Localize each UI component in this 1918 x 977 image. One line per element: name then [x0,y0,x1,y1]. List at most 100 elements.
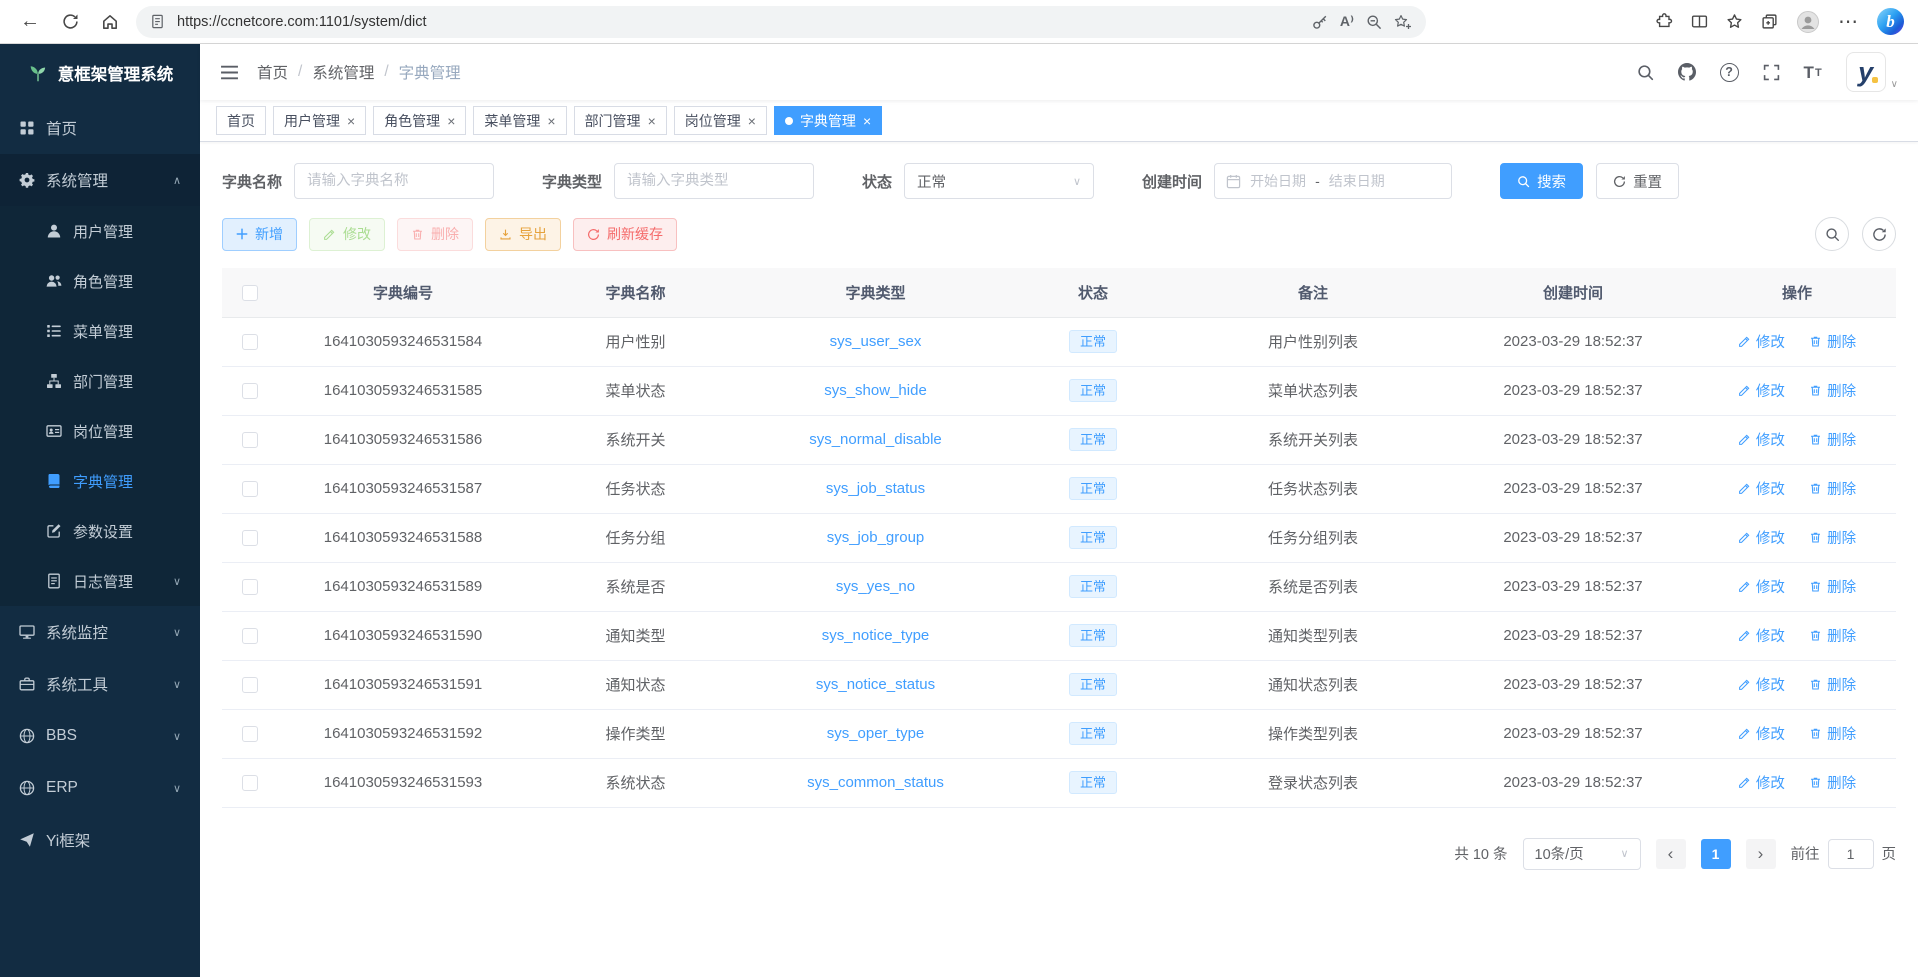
sidebar-item-role-management[interactable]: 角色管理 [0,256,200,306]
row-checkbox[interactable] [242,775,258,791]
row-checkbox[interactable] [242,677,258,693]
refresh-table-button[interactable] [1862,217,1896,251]
sidebar-item-system-monitor[interactable]: 系统监控 ∨ [0,606,200,658]
zoom-out-icon[interactable] [1366,14,1382,30]
row-dict-type-link[interactable]: sys_oper_type [827,725,925,742]
sidebar-item-bbs[interactable]: BBS ∨ [0,710,200,762]
row-delete-button[interactable]: 删除 [1809,380,1856,401]
sidebar-item-log-management[interactable]: 日志管理 ∨ [0,556,200,606]
sidebar-item-yi-framework[interactable]: Yi框架 [0,814,200,866]
sidebar-item-user-management[interactable]: 用户管理 [0,206,200,256]
select-all-checkbox[interactable] [242,285,258,301]
row-edit-button[interactable]: 修改 [1738,674,1785,695]
export-button[interactable]: 导出 [485,218,561,251]
row-dict-type-link[interactable]: sys_job_group [827,529,925,546]
bing-chat-icon[interactable]: b [1877,8,1904,35]
sidebar-item-dict-management[interactable]: 字典管理 [0,456,200,506]
tab-menu-management[interactable]: 菜单管理× [473,106,566,135]
status-select[interactable]: 正常 ∨ [904,163,1094,199]
row-dict-type-link[interactable]: sys_notice_status [816,676,935,693]
sidebar-toggle-icon[interactable] [220,64,239,81]
header-search-icon[interactable] [1637,64,1654,81]
profile-avatar[interactable] [1796,10,1820,34]
dict-type-input[interactable] [614,163,814,199]
tab-role-management[interactable]: 角色管理× [373,106,466,135]
row-checkbox[interactable] [242,432,258,448]
sidebar-item-erp[interactable]: ERP ∨ [0,762,200,814]
row-dict-type-link[interactable]: sys_job_status [826,480,925,497]
prev-page-button[interactable]: ‹ [1656,839,1686,869]
row-checkbox[interactable] [242,530,258,546]
close-icon[interactable]: × [748,114,756,128]
font-size-icon[interactable]: TT [1804,64,1822,81]
close-icon[interactable]: × [447,114,455,128]
favorites-icon[interactable] [1726,13,1743,30]
browser-back-button[interactable]: ← [12,4,48,40]
row-dict-type-link[interactable]: sys_user_sex [830,333,922,350]
close-icon[interactable]: × [547,114,555,128]
breadcrumb-system[interactable]: 系统管理 [312,61,374,83]
address-bar[interactable]: https://ccnetcore.com:1101/system/dict A… [136,6,1426,38]
show-search-toggle[interactable] [1815,217,1849,251]
close-icon[interactable]: × [863,114,871,128]
row-checkbox[interactable] [242,481,258,497]
tab-dict-management[interactable]: 字典管理× [774,106,882,135]
page-number-button[interactable]: 1 [1701,839,1731,869]
row-delete-button[interactable]: 删除 [1809,527,1856,548]
row-delete-button[interactable]: 删除 [1809,723,1856,744]
browser-home-button[interactable] [92,4,128,40]
sidebar-item-dept-management[interactable]: 部门管理 [0,356,200,406]
search-button[interactable]: 搜索 [1500,163,1583,199]
row-edit-button[interactable]: 修改 [1738,772,1785,793]
row-dict-type-link[interactable]: sys_common_status [807,774,944,791]
row-edit-button[interactable]: 修改 [1738,331,1785,352]
close-icon[interactable]: × [347,114,355,128]
collections-icon[interactable] [1761,13,1778,30]
browser-refresh-button[interactable] [52,4,88,40]
sidebar-item-post-management[interactable]: 岗位管理 [0,406,200,456]
row-dict-type-link[interactable]: sys_notice_type [822,627,930,644]
row-edit-button[interactable]: 修改 [1738,527,1785,548]
browser-menu-icon[interactable]: ⋯ [1838,9,1859,34]
tab-home[interactable]: 首页 [216,106,266,135]
next-page-button[interactable]: › [1746,839,1776,869]
row-delete-button[interactable]: 删除 [1809,331,1856,352]
help-icon[interactable]: ? [1720,63,1739,82]
row-delete-button[interactable]: 删除 [1809,429,1856,450]
row-edit-button[interactable]: 修改 [1738,429,1785,450]
sidebar-item-home[interactable]: 首页 [0,102,200,154]
add-favorite-icon[interactable] [1394,14,1412,30]
tab-user-management[interactable]: 用户管理× [273,106,366,135]
refresh-cache-button[interactable]: 刷新缓存 [573,218,677,251]
row-checkbox[interactable] [242,383,258,399]
row-delete-button[interactable]: 删除 [1809,576,1856,597]
sidebar-item-system-tools[interactable]: 系统工具 ∨ [0,658,200,710]
sidebar-item-param-settings[interactable]: 参数设置 [0,506,200,556]
row-delete-button[interactable]: 删除 [1809,674,1856,695]
row-dict-type-link[interactable]: sys_yes_no [836,578,915,595]
breadcrumb-home[interactable]: 首页 [257,61,288,83]
row-checkbox[interactable] [242,334,258,350]
date-range-picker[interactable]: 开始日期 - 结束日期 [1214,163,1452,199]
row-delete-button[interactable]: 删除 [1809,478,1856,499]
github-icon[interactable] [1678,63,1696,81]
row-edit-button[interactable]: 修改 [1738,723,1785,744]
close-icon[interactable]: × [648,114,656,128]
sidebar-item-system-management[interactable]: 系统管理 ∧ [0,154,200,206]
page-size-select[interactable]: 10条/页 ∨ [1523,838,1641,870]
tab-dept-management[interactable]: 部门管理× [574,106,667,135]
row-edit-button[interactable]: 修改 [1738,380,1785,401]
row-dict-type-link[interactable]: sys_normal_disable [809,431,942,448]
edit-button[interactable]: 修改 [309,218,385,251]
row-edit-button[interactable]: 修改 [1738,625,1785,646]
reset-button[interactable]: 重置 [1596,163,1679,199]
add-button[interactable]: 新增 [222,218,297,251]
tab-post-management[interactable]: 岗位管理× [674,106,767,135]
row-dict-type-link[interactable]: sys_show_hide [824,382,927,399]
site-info-icon[interactable] [150,14,165,29]
fullscreen-icon[interactable] [1763,64,1780,81]
read-aloud-icon[interactable]: A⁾ [1340,13,1354,30]
row-checkbox[interactable] [242,726,258,742]
goto-page-input[interactable] [1828,839,1874,869]
sidebar-item-menu-management[interactable]: 菜单管理 [0,306,200,356]
